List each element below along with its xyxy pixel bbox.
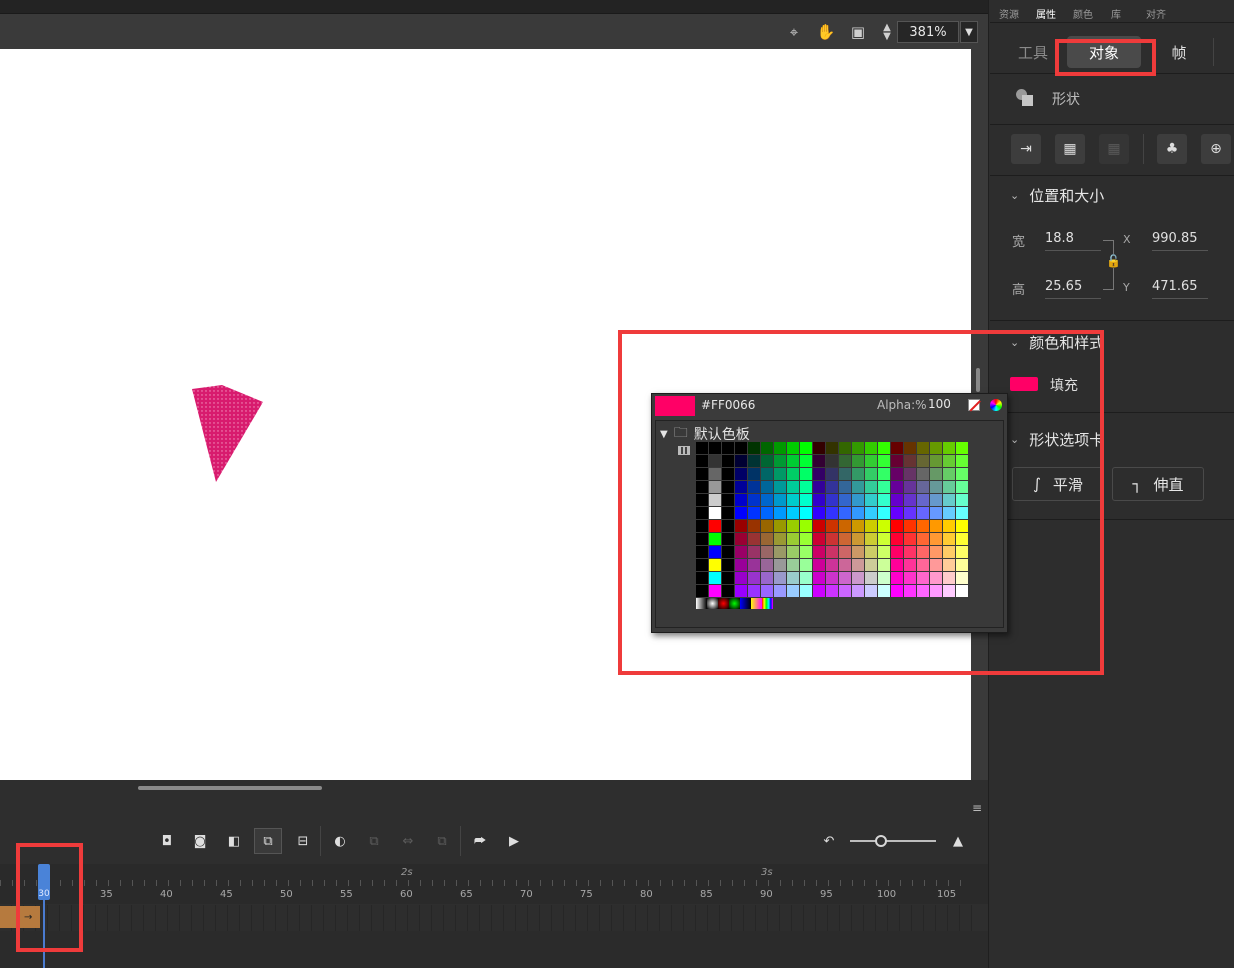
second-label: 2s bbox=[401, 867, 413, 878]
undo-frame-icon[interactable]: ↶ bbox=[819, 831, 839, 851]
insert-keyframe-icon[interactable]: ◘ bbox=[157, 831, 177, 851]
frame-label: 65 bbox=[460, 889, 473, 900]
position-size-header[interactable]: ⌄ 位置和大小 bbox=[1010, 185, 1104, 206]
edit-multiple-frames-icon[interactable]: ⧉ bbox=[364, 831, 384, 851]
stage-toolbar: ⌖ ✋ ▣ ▲ ▼ bbox=[0, 14, 988, 49]
height-field[interactable]: 25.65 bbox=[1045, 279, 1101, 299]
layer-frames-row[interactable] bbox=[0, 905, 972, 931]
timeline-empty-area bbox=[0, 931, 988, 968]
clip-stage-icon[interactable]: ▣ bbox=[847, 21, 869, 43]
subtab-separator bbox=[1213, 38, 1214, 66]
straighten-icon: ┐ bbox=[1132, 475, 1142, 493]
tab-assets[interactable]: 资源 bbox=[993, 4, 1025, 22]
frame-label: 105 bbox=[937, 889, 957, 900]
add-to-library-icon[interactable]: ♣ bbox=[1157, 134, 1187, 164]
subtab-frame[interactable]: 帧 bbox=[1160, 36, 1198, 68]
insert-blank-keyframe-icon[interactable]: ◙ bbox=[190, 831, 210, 851]
convert-to-symbol-icon[interactable]: ▦ bbox=[1055, 134, 1085, 164]
width-label: 宽 bbox=[1012, 235, 1026, 250]
frame-label: 95 bbox=[820, 889, 833, 900]
tool-separator bbox=[320, 826, 321, 856]
tab-properties[interactable]: 属性 bbox=[1030, 4, 1062, 22]
motion-editor-icon[interactable]: ⧉ bbox=[432, 831, 452, 851]
divider bbox=[990, 124, 1234, 125]
chevron-down-icon: ⌄ bbox=[1010, 189, 1020, 202]
top-strip bbox=[0, 0, 988, 14]
frame-label: 100 bbox=[877, 889, 897, 900]
height-label: 高 bbox=[1012, 283, 1026, 298]
width-field[interactable]: 18.8 bbox=[1045, 231, 1101, 251]
center-stage-icon[interactable]: ⌖ bbox=[783, 21, 805, 43]
straighten-label: 伸直 bbox=[1153, 475, 1184, 494]
frame-size-slider-knob[interactable] bbox=[875, 835, 887, 847]
frame-label: 40 bbox=[160, 889, 173, 900]
x-field[interactable]: 990.85 bbox=[1152, 231, 1208, 251]
frame-label: 75 bbox=[580, 889, 593, 900]
lock-icon[interactable]: 🔓 bbox=[1106, 254, 1121, 268]
frame-label: 80 bbox=[640, 889, 653, 900]
onion-skin-icon[interactable]: ◐ bbox=[330, 831, 350, 851]
frame-label: 45 bbox=[220, 889, 233, 900]
frame-label: 35 bbox=[100, 889, 113, 900]
x-label: X bbox=[1123, 233, 1131, 246]
hand-tool-icon[interactable]: ✋ bbox=[815, 21, 837, 43]
frame-label: 50 bbox=[280, 889, 293, 900]
insert-frame-icon[interactable]: ◧ bbox=[224, 831, 244, 851]
tab-library[interactable]: 库 bbox=[1104, 4, 1128, 22]
zoom-dropdown-chevron-icon[interactable]: ▼ bbox=[960, 21, 978, 43]
button-separator bbox=[1143, 134, 1144, 164]
frame-size-slider-track[interactable] bbox=[850, 840, 936, 842]
frame-label: 60 bbox=[400, 889, 413, 900]
highlight-color-popup bbox=[618, 330, 1104, 675]
shape-type-icon bbox=[1016, 89, 1034, 107]
y-label: Y bbox=[1123, 281, 1130, 294]
zoom-stepper-icon[interactable]: ▲ ▼ bbox=[876, 21, 898, 43]
timeline-menu-icon[interactable]: ≡ bbox=[972, 801, 982, 815]
tab-divider bbox=[990, 22, 1234, 23]
ruler-ticks bbox=[0, 880, 972, 886]
subtab-tool[interactable]: 工具 bbox=[1010, 36, 1056, 68]
frame-label: 85 bbox=[700, 889, 713, 900]
highlight-object-tab bbox=[1055, 39, 1156, 76]
clear-keyframe-icon[interactable]: ⊟ bbox=[293, 831, 313, 851]
selected-shape[interactable] bbox=[192, 385, 263, 482]
frame-label: 70 bbox=[520, 889, 533, 900]
zoom-input[interactable]: 381% bbox=[897, 21, 959, 43]
divider bbox=[990, 175, 1234, 176]
mountains-icon[interactable]: ▲ bbox=[948, 831, 968, 851]
swap-symbol-icon[interactable]: ⇥ bbox=[1011, 134, 1041, 164]
second-label: 3s bbox=[761, 867, 773, 878]
highlight-playhead bbox=[16, 843, 83, 952]
y-field[interactable]: 471.65 bbox=[1152, 279, 1208, 299]
tab-color[interactable]: 颜色 bbox=[1067, 4, 1099, 22]
tab-align[interactable]: 对齐 bbox=[1140, 4, 1172, 22]
play-icon[interactable]: ▶ bbox=[504, 831, 524, 851]
divider bbox=[990, 320, 1234, 321]
auto-keyframe-icon[interactable]: ⧉ bbox=[254, 828, 282, 854]
object-type-label: 形状 bbox=[1052, 92, 1080, 108]
tool-separator bbox=[460, 826, 461, 856]
break-apart-icon[interactable]: ▦ bbox=[1099, 134, 1129, 164]
tween-icon[interactable]: ⇔ bbox=[398, 831, 418, 851]
loop-icon[interactable]: ⮫ bbox=[470, 831, 490, 851]
frame-label: 55 bbox=[340, 889, 353, 900]
section-title: 位置和大小 bbox=[1029, 187, 1105, 205]
horizontal-scrollbar[interactable] bbox=[138, 786, 322, 790]
frame-label: 90 bbox=[760, 889, 773, 900]
straighten-button[interactable]: ┐ 伸直 bbox=[1112, 467, 1204, 501]
add-asset-icon[interactable]: ⊕ bbox=[1201, 134, 1231, 164]
